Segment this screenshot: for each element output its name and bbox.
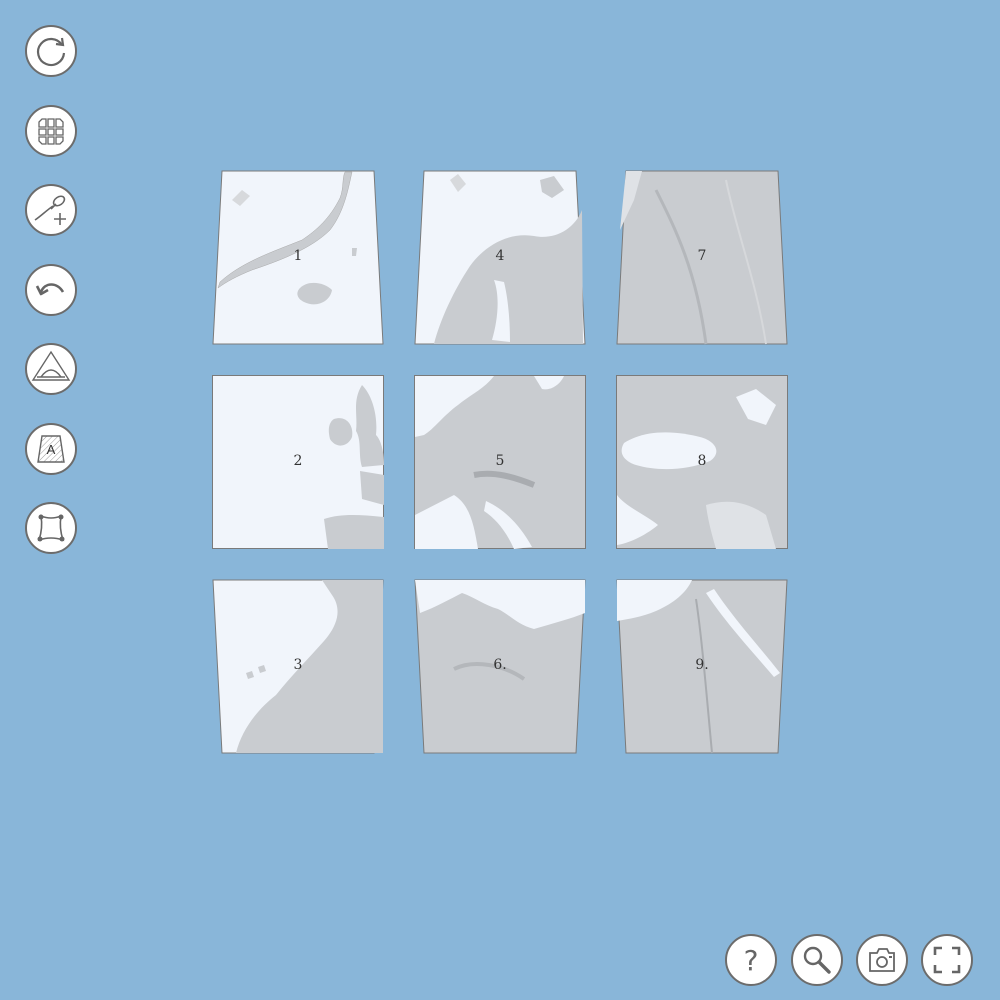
search-button[interactable] (791, 934, 843, 986)
add-pin-button[interactable] (25, 184, 77, 236)
map-tile-5[interactable]: 5 (414, 375, 586, 549)
fullscreen-button[interactable] (921, 934, 973, 986)
fullscreen-icon (933, 946, 961, 974)
svg-text:?: ? (744, 944, 759, 977)
map-tile-6[interactable]: 6. (414, 579, 586, 754)
rotate-button[interactable] (25, 25, 77, 77)
undo-arrow-icon (35, 283, 65, 296)
svg-text:A: A (47, 442, 56, 457)
corners-button[interactable] (25, 502, 77, 554)
map-tile-3[interactable]: 3 (212, 579, 384, 754)
map-tile-9[interactable]: 9. (616, 579, 788, 754)
map-tile-black-sea (616, 375, 788, 549)
help-button[interactable]: ? (725, 934, 777, 986)
map-tile-scandinavia (414, 170, 586, 345)
map-tile-russia (616, 170, 788, 345)
grid-button[interactable] (25, 105, 77, 157)
map-tile-british-isles (212, 375, 384, 549)
map-tile-greenland (212, 170, 384, 345)
label-button[interactable]: A (25, 423, 77, 475)
question-mark-icon: ? (744, 944, 759, 977)
puzzle-board: A 1 4 7 2 5 8 3 6. 9. ? (0, 0, 1000, 1000)
map-tile-northwest-africa (212, 579, 384, 754)
map-tile-2[interactable]: 2 (212, 375, 384, 549)
screenshot-button[interactable] (856, 934, 908, 986)
rounded-corners-icon (37, 514, 65, 542)
triangle-arc-icon (31, 350, 71, 381)
map-tile-4[interactable]: 4 (414, 170, 586, 345)
map-tile-7[interactable]: 7 (616, 170, 788, 345)
projection-button[interactable] (25, 343, 77, 395)
undo-button[interactable] (25, 264, 77, 316)
map-tile-egypt-red-sea (616, 579, 788, 754)
hatched-trapezoid-label-icon: A (37, 435, 65, 463)
map-tile-1[interactable]: 1 (212, 170, 384, 345)
map-tile-north-africa (414, 579, 586, 754)
pin-add-icon (34, 195, 66, 225)
grid-cells-icon (38, 118, 64, 145)
map-tile-central-europe (414, 375, 586, 549)
rotate-clockwise-icon (36, 37, 66, 67)
magnifier-icon (803, 946, 831, 974)
map-tile-8[interactable]: 8 (616, 375, 788, 549)
camera-icon (869, 948, 895, 972)
